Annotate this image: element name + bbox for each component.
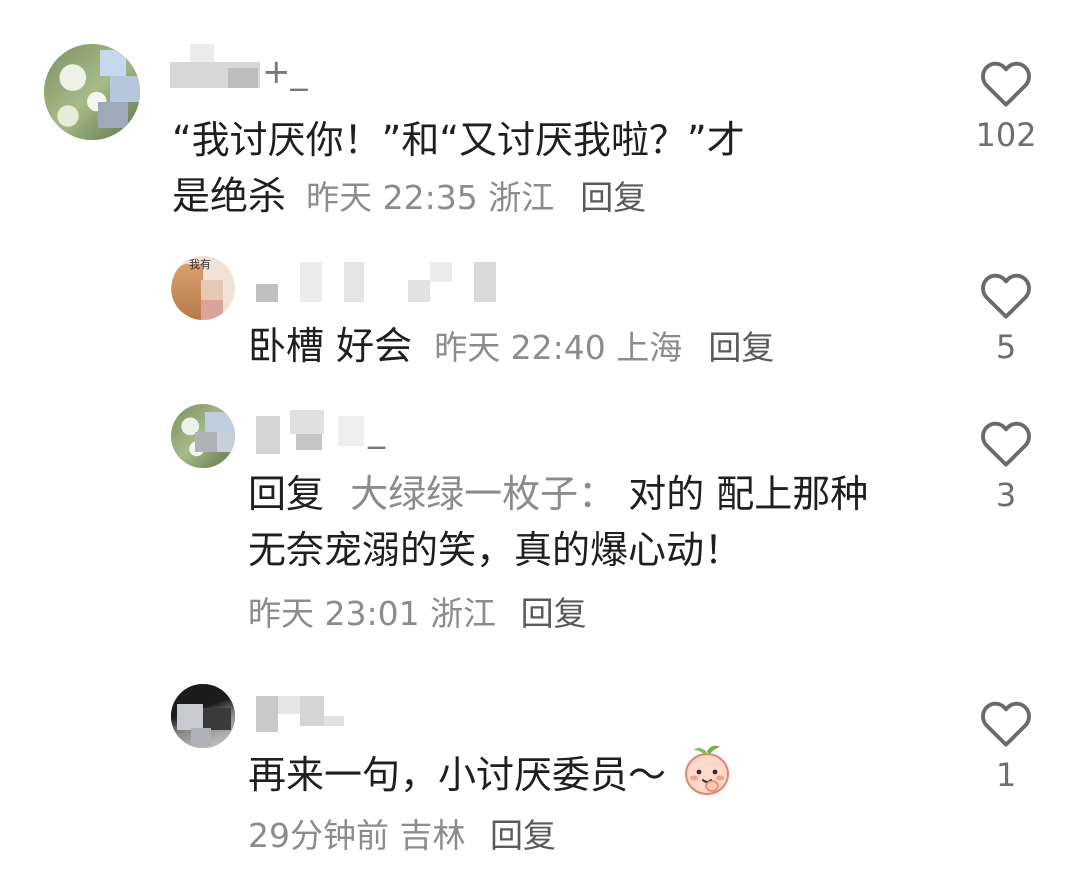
username-blurred[interactable] bbox=[256, 696, 278, 732]
reply-button[interactable]: 回复 bbox=[490, 816, 556, 855]
like-count: 1 bbox=[995, 756, 1017, 794]
heart-outline-icon bbox=[981, 421, 1031, 467]
reply-button[interactable]: 回复 bbox=[521, 594, 587, 633]
user-avatar[interactable] bbox=[171, 404, 235, 468]
comment-meta-line: 29分钟前 吉林 回复 bbox=[248, 814, 556, 858]
comment-meta: 昨天 23:01 浙江 bbox=[248, 594, 497, 633]
comment-text-line2: 无奈宠溺的笑，真的爆心动！ bbox=[248, 528, 743, 572]
mention-link[interactable]: 大绿绿一枚子： bbox=[350, 472, 616, 516]
like-count: 5 bbox=[995, 328, 1017, 366]
comment-meta: 29分钟前 吉林 bbox=[248, 816, 466, 855]
like-button[interactable]: 1 bbox=[966, 698, 1046, 794]
comment-text-line1: 对的 配上那种 bbox=[628, 472, 869, 516]
username-blurred[interactable] bbox=[256, 416, 280, 454]
comment-text: “我讨厌你！”和“又讨厌我啦？”才 是绝杀 昨天 22:35 浙江 回复 bbox=[172, 112, 932, 226]
like-count: 102 bbox=[975, 116, 1037, 154]
comment-meta: 昨天 22:35 浙江 bbox=[306, 178, 555, 217]
avatar-text: 我有 bbox=[189, 258, 211, 271]
heart-outline-icon bbox=[981, 273, 1031, 319]
like-button[interactable]: 3 bbox=[966, 418, 1046, 514]
like-count: 3 bbox=[995, 476, 1017, 514]
heart-outline-icon bbox=[981, 61, 1031, 107]
reply-button[interactable]: 回复 bbox=[708, 328, 774, 367]
comment-meta: 昨天 22:40 上海 bbox=[434, 328, 683, 367]
username-blurred[interactable] bbox=[256, 284, 278, 302]
comment-text-line2: 是绝杀 bbox=[172, 174, 287, 218]
comment-body: 再来一句，小讨厌委员～ bbox=[248, 753, 667, 797]
user-avatar[interactable] bbox=[171, 684, 235, 748]
reply-button[interactable]: 回复 bbox=[580, 178, 646, 217]
user-avatar[interactable] bbox=[44, 44, 140, 140]
comment-body: 卧槽 好会 bbox=[248, 324, 413, 368]
comment-text: 卧槽 好会 昨天 22:40 上海 回复 bbox=[248, 318, 774, 376]
heart-outline-icon bbox=[981, 701, 1031, 747]
comment-text: 回复 大绿绿一枚子： 对的 配上那种 无奈宠溺的笑，真的爆心动！ bbox=[248, 466, 948, 578]
username-fragment: +_ bbox=[262, 52, 308, 92]
comment-text-line1: “我讨厌你！”和“又讨厌我啦？”才 bbox=[172, 118, 745, 162]
username-fragment: _ bbox=[368, 410, 385, 450]
user-avatar[interactable]: 我有 bbox=[171, 256, 235, 320]
like-button[interactable]: 5 bbox=[966, 270, 1046, 366]
reply-prefix: 回复 bbox=[248, 472, 325, 516]
peach-face-emoji bbox=[682, 744, 732, 811]
comment-meta-line: 昨天 23:01 浙江 回复 bbox=[248, 592, 587, 636]
like-button[interactable]: 102 bbox=[966, 58, 1046, 154]
comment-text: 再来一句，小讨厌委员～ bbox=[248, 744, 732, 811]
